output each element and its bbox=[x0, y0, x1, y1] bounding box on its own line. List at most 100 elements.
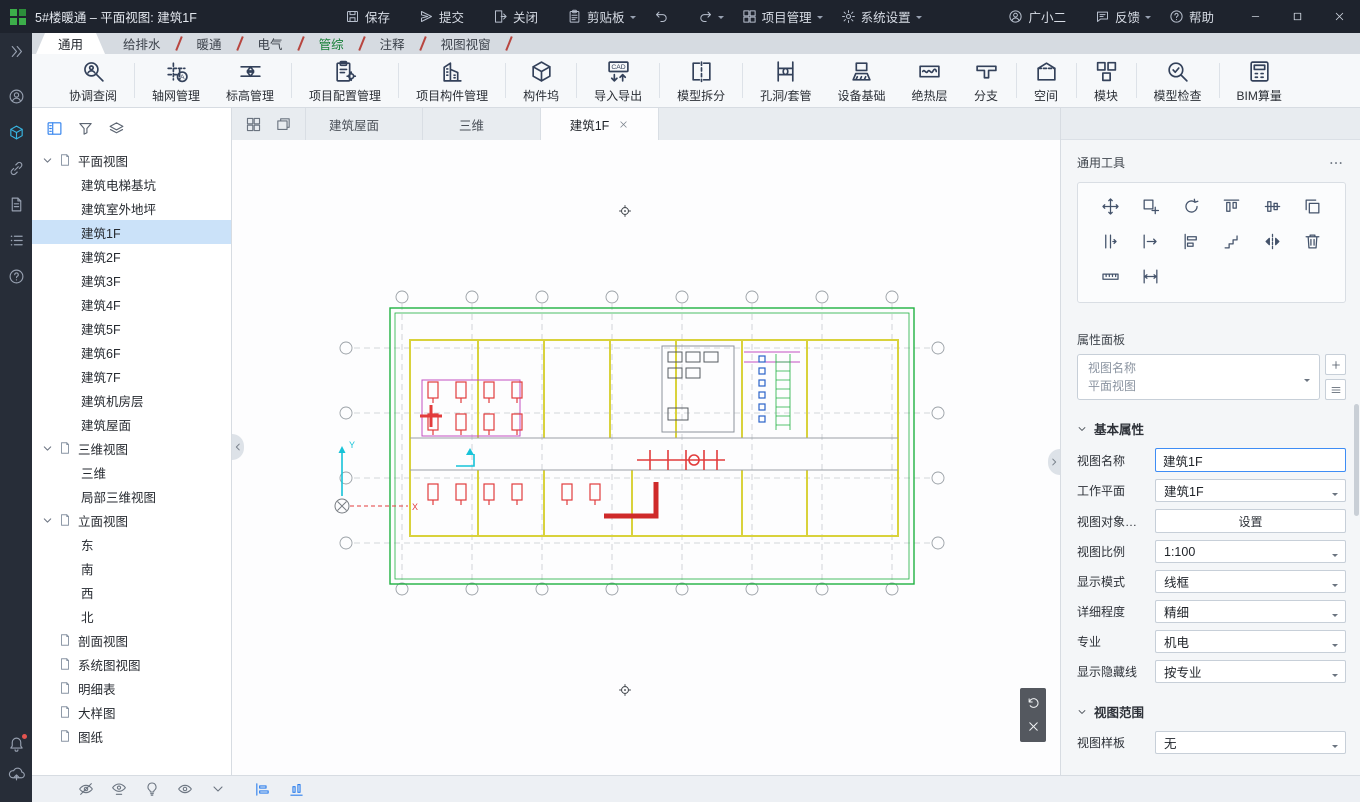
ribbon-tool-button[interactable]: 模块 bbox=[1081, 54, 1132, 107]
tree-item[interactable]: 建筑屋面 bbox=[32, 412, 231, 436]
ribbon-tab[interactable]: 暖通 bbox=[179, 33, 240, 54]
property-select[interactable]: 机电 bbox=[1155, 630, 1346, 653]
ribbon-tool-button[interactable]: BIM算量 bbox=[1224, 54, 1295, 107]
expand-arrow-icon[interactable] bbox=[42, 515, 53, 526]
view-compass-icon[interactable] bbox=[618, 683, 632, 697]
dimension-icon[interactable] bbox=[1141, 267, 1160, 286]
ribbon-tool-button[interactable]: 空间 bbox=[1021, 54, 1072, 107]
tree-item[interactable]: 北 bbox=[32, 604, 231, 628]
copy-add-icon[interactable] bbox=[1141, 197, 1160, 216]
settings-button[interactable]: 设置 bbox=[1155, 509, 1346, 533]
tree-item[interactable]: 南 bbox=[32, 556, 231, 580]
tree-item[interactable]: 立面视图 bbox=[32, 508, 231, 532]
ribbon-tool-button[interactable]: 孔洞/套管 bbox=[747, 54, 824, 107]
ribbon-tool-button[interactable]: 模型拆分 bbox=[664, 54, 738, 107]
step-copy-icon[interactable] bbox=[1222, 232, 1241, 251]
ribbon-tab[interactable]: 视图视窗 bbox=[423, 33, 509, 54]
history-button[interactable] bbox=[689, 0, 733, 33]
delete-icon[interactable] bbox=[1303, 232, 1322, 251]
property-select[interactable]: 精细 bbox=[1155, 600, 1346, 623]
window-control-button[interactable] bbox=[1276, 0, 1318, 33]
selector-side-button[interactable] bbox=[1325, 379, 1346, 400]
layers-icon[interactable] bbox=[108, 120, 125, 137]
tree-item[interactable]: 三维 bbox=[32, 460, 231, 484]
expand-arrow-icon[interactable] bbox=[42, 155, 53, 166]
activity-button[interactable] bbox=[8, 765, 25, 782]
tree-item[interactable]: 建筑1F bbox=[32, 220, 231, 244]
tree-item[interactable]: 系统图视图 bbox=[32, 652, 231, 676]
account-button[interactable]: 反馈 bbox=[1086, 0, 1160, 33]
panel-scrollbar[interactable] bbox=[1354, 404, 1359, 516]
ribbon-tool-button[interactable]: 分支 bbox=[961, 54, 1012, 107]
ribbon-tool-button[interactable]: 模型检查 bbox=[1141, 54, 1215, 107]
ribbon-tool-button[interactable]: 项目构件管理 bbox=[403, 54, 501, 107]
titlebar-action-button[interactable]: 保存 bbox=[336, 0, 410, 33]
measure-icon[interactable] bbox=[1101, 267, 1120, 286]
property-select[interactable]: 建筑1F bbox=[1155, 479, 1346, 502]
mirror-icon[interactable] bbox=[1263, 232, 1282, 251]
ribbon-tab[interactable]: 电气 bbox=[240, 33, 301, 54]
close-x-icon[interactable] bbox=[1026, 719, 1041, 734]
more-options-icon[interactable] bbox=[1328, 155, 1344, 171]
view-compass-icon[interactable] bbox=[618, 204, 632, 218]
canvas-tab[interactable]: 建筑屋面 bbox=[305, 108, 423, 140]
tree-item[interactable]: 建筑7F bbox=[32, 364, 231, 388]
activity-button[interactable] bbox=[8, 124, 25, 141]
property-input[interactable] bbox=[1155, 448, 1346, 472]
property-select[interactable]: 1:100 bbox=[1155, 540, 1346, 563]
activity-button[interactable] bbox=[8, 43, 25, 60]
property-select[interactable]: 线框 bbox=[1155, 570, 1346, 593]
activity-button[interactable] bbox=[8, 160, 25, 177]
window-control-button[interactable] bbox=[1318, 0, 1360, 33]
section-view-range[interactable]: 视图范围 bbox=[1077, 702, 1346, 721]
tree-item[interactable]: 建筑6F bbox=[32, 340, 231, 364]
tree-item[interactable]: 建筑4F bbox=[32, 292, 231, 316]
offset-icon[interactable] bbox=[1101, 232, 1120, 251]
ribbon-tool-button[interactable]: 绝热层 bbox=[898, 54, 960, 107]
tree-item[interactable]: 局部三维视图 bbox=[32, 484, 231, 508]
ribbon-tool-button[interactable]: 标高管理 bbox=[213, 54, 287, 107]
activity-button[interactable] bbox=[8, 268, 25, 285]
activity-button[interactable] bbox=[8, 232, 25, 249]
ribbon-tool-button[interactable]: 设备基础 bbox=[824, 54, 898, 107]
titlebar-menu-button[interactable]: 系统设置 bbox=[832, 0, 931, 33]
duplicate-icon[interactable] bbox=[1303, 197, 1322, 216]
tree-item[interactable]: 剖面视图 bbox=[32, 628, 231, 652]
expand-arrow-icon[interactable] bbox=[42, 443, 53, 454]
view-type-selector[interactable]: 视图名称 平面视图 bbox=[1077, 354, 1320, 400]
section-basic-properties[interactable]: 基本属性 bbox=[1077, 419, 1346, 438]
titlebar-action-button[interactable]: 剪贴板 bbox=[558, 0, 645, 33]
activity-button[interactable] bbox=[8, 196, 25, 213]
align-left-icon[interactable] bbox=[1182, 232, 1201, 251]
ribbon-tool-button[interactable]: 协调查阅 bbox=[56, 54, 130, 107]
tree-item[interactable]: 西 bbox=[32, 580, 231, 604]
ribbon-tool-button[interactable]: A 轴网管理 bbox=[139, 54, 213, 107]
tree-item[interactable]: 大样图 bbox=[32, 700, 231, 724]
canvas-tab[interactable]: 建筑1F bbox=[541, 108, 659, 140]
align-objects-icon[interactable] bbox=[254, 781, 271, 798]
selector-side-button[interactable] bbox=[1325, 354, 1346, 375]
tree-item[interactable]: 建筑2F bbox=[32, 244, 231, 268]
align-floor-icon[interactable] bbox=[288, 781, 305, 798]
close-tab-icon[interactable] bbox=[618, 119, 629, 130]
caret-down-icon[interactable] bbox=[210, 781, 226, 797]
tree-item[interactable]: 建筑5F bbox=[32, 316, 231, 340]
titlebar-action-button[interactable]: 提交 bbox=[410, 0, 484, 33]
collapse-right-panel-handle[interactable] bbox=[1048, 449, 1060, 475]
property-select[interactable]: 无 bbox=[1155, 731, 1346, 754]
eye-icon[interactable] bbox=[177, 781, 193, 797]
ribbon-tab[interactable]: 注释 bbox=[362, 33, 423, 54]
ribbon-tool-button[interactable]: 构件坞 bbox=[510, 54, 572, 107]
titlebar-menu-button[interactable]: 项目管理 bbox=[733, 0, 832, 33]
tree-item[interactable]: 东 bbox=[32, 532, 231, 556]
canvas-tab[interactable]: 三维 bbox=[423, 108, 541, 140]
align-top-icon[interactable] bbox=[1222, 197, 1241, 216]
drawing-canvas[interactable]: Y X bbox=[232, 140, 1060, 775]
activity-button[interactable] bbox=[8, 736, 25, 753]
ribbon-tab[interactable]: 管综 bbox=[301, 33, 362, 54]
account-button[interactable]: 广小二 bbox=[999, 0, 1086, 33]
tree-item[interactable]: 三维视图 bbox=[32, 436, 231, 460]
activity-button[interactable] bbox=[8, 88, 25, 105]
extend-icon[interactable] bbox=[1141, 232, 1160, 251]
ribbon-tool-button[interactable]: 项目配置管理 bbox=[296, 54, 394, 107]
